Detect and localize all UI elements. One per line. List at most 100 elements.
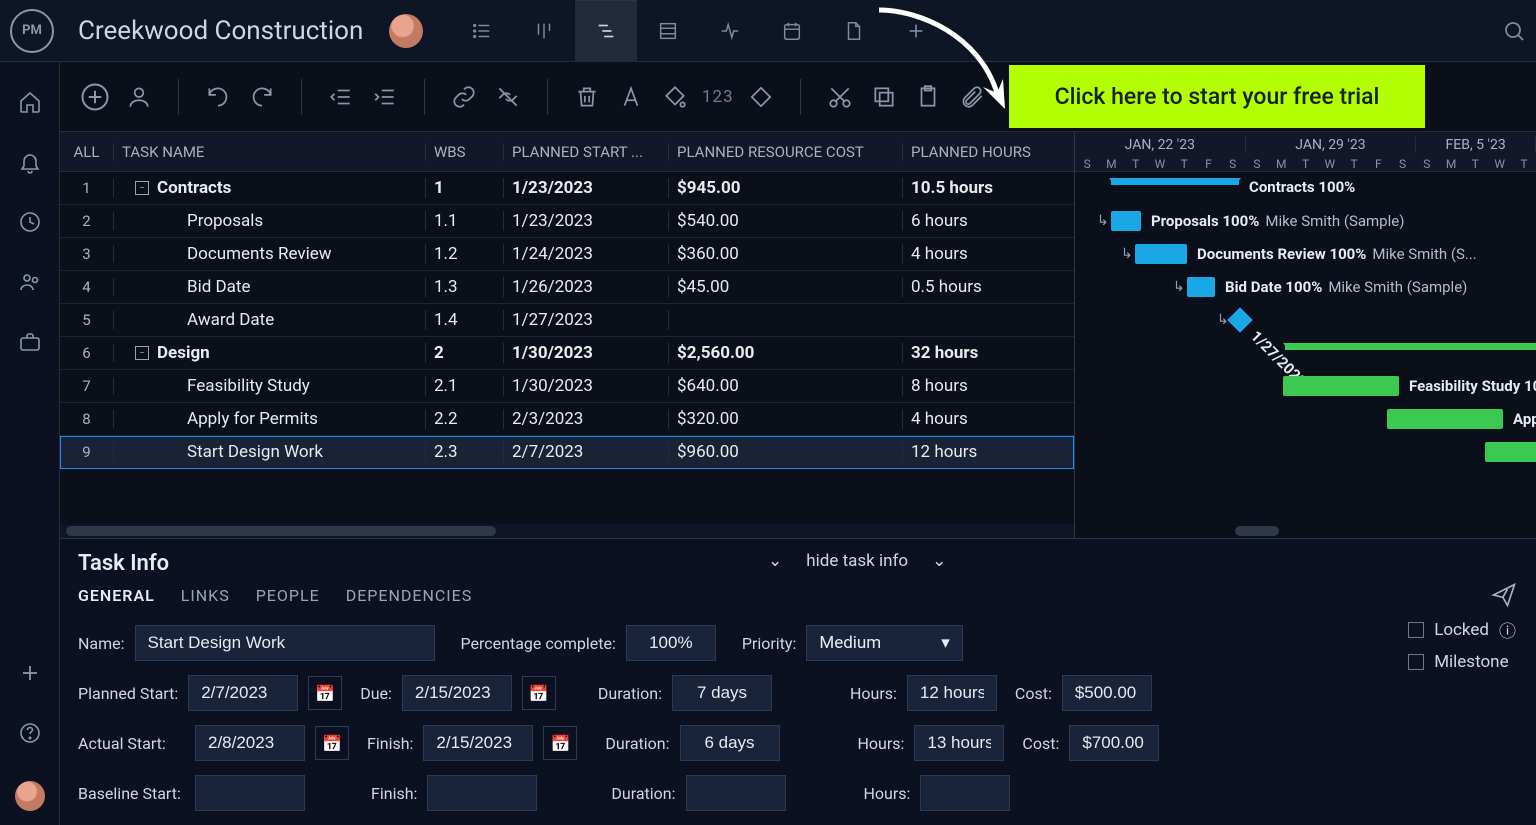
briefcase-icon[interactable]: [18, 330, 42, 354]
field-name: Name:: [78, 625, 435, 661]
add-icon[interactable]: [18, 661, 42, 685]
table-row[interactable]: 2Proposals1.11/23/2023$540.006 hours: [60, 205, 1074, 238]
gantt-bar[interactable]: 1/27/2023: [1227, 307, 1252, 332]
chevron-down-icon: ⌄: [768, 551, 782, 571]
locked-checkbox[interactable]: Locked ⓘ: [1408, 617, 1516, 642]
collapse-icon[interactable]: −: [135, 181, 149, 195]
table-row[interactable]: 6−Design21/30/2023$2,560.0032 hours: [60, 337, 1074, 370]
view-calendar-icon[interactable]: [761, 0, 823, 62]
app-logo[interactable]: PM: [10, 9, 54, 53]
table-row[interactable]: 7Feasibility Study2.11/30/2023$640.008 h…: [60, 370, 1074, 403]
col-planned-resource-cost[interactable]: PLANNED RESOURCE COST: [669, 143, 903, 161]
view-file-icon[interactable]: [823, 0, 885, 62]
actual-duration-input[interactable]: [680, 725, 780, 761]
cost-input[interactable]: [1062, 675, 1152, 711]
paste-icon[interactable]: [911, 80, 945, 114]
copy-icon[interactable]: [867, 80, 901, 114]
unlink-icon[interactable]: [491, 80, 525, 114]
hours-input[interactable]: [907, 675, 997, 711]
redo-icon[interactable]: [245, 80, 279, 114]
view-gantt-icon[interactable]: [575, 0, 637, 62]
view-sheet-icon[interactable]: [637, 0, 699, 62]
project-avatar[interactable]: [389, 14, 423, 48]
attachment-icon[interactable]: [955, 80, 989, 114]
gantt-bar[interactable]: [1285, 343, 1536, 350]
tab-links[interactable]: LINKS: [181, 586, 230, 605]
actual-start-input[interactable]: [195, 725, 305, 761]
baseline-finish-input[interactable]: [427, 775, 537, 811]
milestone-checkbox[interactable]: Milestone: [1408, 652, 1516, 672]
collapse-icon[interactable]: −: [135, 346, 149, 360]
search-icon[interactable]: [1502, 19, 1526, 43]
col-planned-hours[interactable]: PLANNED HOURS: [903, 143, 1074, 161]
table-row[interactable]: 3Documents Review1.21/24/2023$360.004 ho…: [60, 238, 1074, 271]
tab-dependencies[interactable]: DEPENDENCIES: [346, 586, 473, 605]
add-view-icon[interactable]: [885, 0, 947, 62]
baseline-duration-input[interactable]: [686, 775, 786, 811]
view-activity-icon[interactable]: [699, 0, 761, 62]
view-board-icon[interactable]: [513, 0, 575, 62]
delete-icon[interactable]: [570, 80, 604, 114]
due-input[interactable]: [402, 675, 512, 711]
gantt-row: Bid Date 100%Mike Smith (Sample)↳: [1075, 271, 1536, 304]
name-input[interactable]: [135, 625, 435, 661]
table-row[interactable]: 8Apply for Permits2.22/3/2023$320.004 ho…: [60, 403, 1074, 436]
tab-general[interactable]: GENERAL: [78, 586, 155, 605]
send-icon[interactable]: [1490, 581, 1518, 609]
gantt-bar[interactable]: [1485, 442, 1536, 462]
free-trial-cta[interactable]: Click here to start your free trial: [1009, 65, 1426, 128]
gantt-bar[interactable]: Proposals 100%Mike Smith (Sample): [1111, 211, 1141, 231]
table-row[interactable]: 5Award Date1.41/27/2023: [60, 304, 1074, 337]
col-task-name[interactable]: TASK NAME: [114, 143, 426, 161]
finish-input[interactable]: [423, 725, 533, 761]
table-row[interactable]: 4Bid Date1.31/26/2023$45.000.5 hours: [60, 271, 1074, 304]
home-icon[interactable]: [18, 90, 42, 114]
table-row[interactable]: 9Start Design Work2.32/7/2023$960.0012 h…: [60, 436, 1074, 469]
cut-icon[interactable]: [823, 80, 857, 114]
baseline-hours-input[interactable]: [920, 775, 1010, 811]
assign-icon[interactable]: [122, 80, 156, 114]
table-scrollbar[interactable]: [60, 524, 1074, 538]
team-icon[interactable]: [18, 270, 42, 294]
help-icon[interactable]: [18, 721, 42, 745]
table-row[interactable]: 1−Contracts11/23/2023$945.0010.5 hours: [60, 172, 1074, 205]
duration-input[interactable]: [672, 675, 772, 711]
bell-icon[interactable]: [18, 150, 42, 174]
baseline-start-input[interactable]: [195, 775, 305, 811]
gantt-bar[interactable]: Documents Review 100%Mike Smith (S...: [1135, 244, 1187, 264]
milestone-tool-icon[interactable]: [744, 80, 778, 114]
outdent-icon[interactable]: [324, 80, 358, 114]
text-style-icon[interactable]: [614, 80, 648, 114]
col-index[interactable]: ALL: [60, 143, 114, 161]
tab-people[interactable]: PEOPLE: [256, 586, 320, 605]
calendar-icon[interactable]: 📅: [522, 676, 556, 710]
cta-label: Click here to start your free trial: [1055, 83, 1380, 110]
chevron-down-icon: ⌄: [932, 551, 946, 571]
col-planned-start[interactable]: PLANNED START ...: [504, 143, 669, 161]
calendar-icon[interactable]: 📅: [315, 726, 349, 760]
hide-task-info-button[interactable]: ⌄ hide task info ⌄: [768, 551, 946, 571]
number-icon[interactable]: 123: [702, 87, 734, 107]
fill-icon[interactable]: [658, 80, 692, 114]
link-icon[interactable]: [447, 80, 481, 114]
gantt-bar[interactable]: Feasibility Study 10: [1283, 376, 1399, 396]
undo-icon[interactable]: [201, 80, 235, 114]
gantt-scrollbar[interactable]: [1075, 524, 1536, 538]
add-task-icon[interactable]: [78, 80, 112, 114]
gantt-bar[interactable]: Contracts 100%: [1111, 178, 1239, 185]
col-wbs[interactable]: WBS: [426, 143, 504, 161]
gantt-bar[interactable]: Apply f: [1387, 409, 1503, 429]
gantt-bar[interactable]: Bid Date 100%Mike Smith (Sample): [1187, 277, 1215, 297]
gantt-row: Proposals 100%Mike Smith (Sample)↳: [1075, 205, 1536, 238]
planned-start-input[interactable]: [188, 675, 298, 711]
indent-icon[interactable]: [368, 80, 402, 114]
actual-hours-input[interactable]: [914, 725, 1004, 761]
clock-icon[interactable]: [18, 210, 42, 234]
percent-input[interactable]: [626, 625, 716, 661]
calendar-icon[interactable]: 📅: [308, 676, 342, 710]
user-avatar[interactable]: [15, 781, 45, 811]
actual-cost-input[interactable]: [1069, 725, 1159, 761]
calendar-icon[interactable]: 📅: [543, 726, 577, 760]
priority-select[interactable]: Medium▾: [806, 625, 962, 661]
view-list-icon[interactable]: [451, 0, 513, 62]
